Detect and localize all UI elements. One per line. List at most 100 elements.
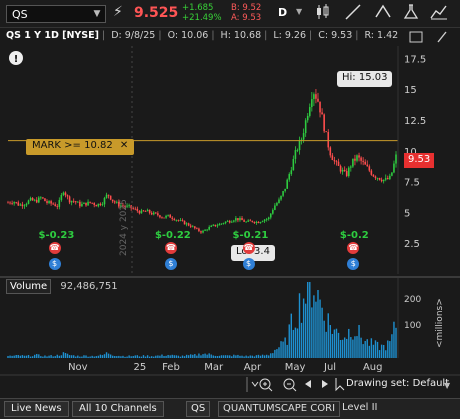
drawing-set-selector[interactable]: Drawing set: Default bbox=[346, 378, 449, 389]
candle-body bbox=[113, 201, 116, 203]
volume-bar bbox=[380, 344, 383, 358]
volume-bar bbox=[319, 299, 321, 358]
studies-flask-icon[interactable] bbox=[400, 3, 422, 25]
candle-body bbox=[370, 170, 373, 175]
candle-body bbox=[89, 201, 91, 203]
cursor-icon bbox=[335, 378, 345, 392]
volume-bar bbox=[321, 307, 323, 358]
candle-body bbox=[327, 132, 330, 148]
candle-body bbox=[70, 200, 73, 203]
volume-bar bbox=[389, 341, 391, 358]
volume-bar bbox=[313, 295, 315, 358]
dividend-label: $-0.23 bbox=[38, 230, 75, 241]
zoom-out-icon bbox=[283, 378, 297, 392]
bar-open: O: 10.06 bbox=[167, 30, 209, 41]
earnings-event-icon[interactable]: $ bbox=[164, 258, 177, 270]
volume-bar bbox=[331, 333, 334, 358]
aggregation-selector[interactable]: D bbox=[278, 6, 287, 19]
candle-body bbox=[354, 158, 356, 161]
candle-body bbox=[222, 223, 225, 224]
candle-body bbox=[253, 221, 256, 223]
candle-body bbox=[97, 203, 100, 207]
chart-settings-icon[interactable] bbox=[428, 3, 450, 25]
candle-body bbox=[214, 224, 217, 227]
volume-bar bbox=[278, 347, 280, 358]
dividend-event-icon[interactable]: ☎ bbox=[48, 242, 61, 254]
time-tick: Feb bbox=[162, 362, 180, 373]
volume-bar bbox=[333, 329, 336, 358]
candle-body bbox=[101, 204, 104, 206]
time-tick: Nov bbox=[68, 362, 88, 373]
level2-link[interactable]: Level II bbox=[338, 401, 381, 417]
candle-body bbox=[313, 94, 315, 100]
volume-bar bbox=[368, 345, 371, 358]
volume-bar bbox=[350, 337, 352, 358]
candle-body bbox=[278, 199, 280, 204]
volume-bar bbox=[387, 340, 389, 358]
drawing-line-icon[interactable] bbox=[342, 3, 364, 25]
candle-body bbox=[83, 202, 85, 204]
candle-body bbox=[276, 203, 278, 206]
candle-body bbox=[159, 215, 161, 218]
candle-body bbox=[107, 194, 110, 196]
candle-body bbox=[233, 220, 235, 222]
news-channels-tab[interactable]: All 10 Channels bbox=[72, 401, 164, 417]
live-news-tab[interactable]: Live News bbox=[4, 401, 69, 417]
candle-body bbox=[142, 210, 145, 212]
candle-body bbox=[292, 158, 295, 171]
candle-body bbox=[66, 195, 69, 197]
dividend-event-icon[interactable]: ☎ bbox=[242, 242, 255, 254]
volume-bar bbox=[302, 298, 305, 358]
time-tick: Aug bbox=[363, 362, 383, 373]
candle-body bbox=[103, 197, 106, 205]
candle-body bbox=[288, 174, 291, 180]
candle-body bbox=[56, 206, 59, 207]
candle-style-icon[interactable] bbox=[312, 3, 334, 25]
candle-body bbox=[109, 195, 112, 200]
dividend-event-icon[interactable]: ☎ bbox=[164, 242, 177, 254]
candle-body bbox=[210, 225, 213, 227]
candle-body bbox=[175, 219, 178, 221]
candle-body bbox=[345, 170, 348, 176]
volume-bar bbox=[382, 344, 385, 358]
symbol-dropdown-icon[interactable]: ▼ bbox=[90, 6, 104, 22]
volume-bar bbox=[284, 337, 286, 358]
quick-trade-icon[interactable]: ⚡ bbox=[113, 4, 123, 20]
volume-bar bbox=[309, 282, 311, 358]
volume-bar bbox=[325, 331, 327, 358]
candle-body bbox=[194, 226, 196, 229]
earnings-event-icon[interactable]: $ bbox=[48, 258, 61, 270]
dividend-label: $-0.22 bbox=[154, 230, 191, 241]
candle-body bbox=[376, 177, 379, 179]
aggregation-dropdown-icon[interactable]: ▼ bbox=[296, 7, 302, 16]
candle-body bbox=[13, 202, 15, 204]
volume-bar bbox=[337, 332, 340, 358]
volume-unit: <millions> bbox=[435, 298, 445, 348]
mark-alert-label[interactable]: MARK >= 10.82 ✕ bbox=[26, 139, 135, 155]
candle-body bbox=[93, 203, 96, 206]
time-tick: May bbox=[285, 362, 306, 373]
candle-body bbox=[181, 220, 184, 221]
candle-body bbox=[261, 221, 264, 223]
volume-bar bbox=[294, 327, 297, 358]
volume-bar bbox=[327, 313, 329, 358]
candle-body bbox=[87, 201, 89, 206]
candle-body bbox=[204, 229, 206, 231]
candle-body bbox=[290, 170, 293, 175]
volume-bar bbox=[391, 334, 393, 358]
candle-body bbox=[37, 197, 40, 203]
candle-body bbox=[212, 224, 215, 226]
mark-alert-close-icon[interactable]: ✕ bbox=[120, 140, 128, 151]
ask-price: A: 9.53 bbox=[231, 13, 262, 23]
earnings-event-icon[interactable]: $ bbox=[242, 258, 255, 270]
candle-body bbox=[25, 203, 28, 206]
zoom-in-icon bbox=[259, 378, 273, 392]
candle-body bbox=[255, 221, 258, 223]
candle-body bbox=[58, 200, 61, 207]
candle-body bbox=[200, 231, 202, 233]
drawings-icon[interactable] bbox=[372, 3, 394, 25]
status-symbol[interactable]: QS bbox=[186, 401, 211, 417]
drawing-set-dropdown-icon[interactable]: ▼ bbox=[444, 381, 450, 390]
candle-body bbox=[378, 177, 381, 180]
candle-body bbox=[68, 196, 71, 203]
